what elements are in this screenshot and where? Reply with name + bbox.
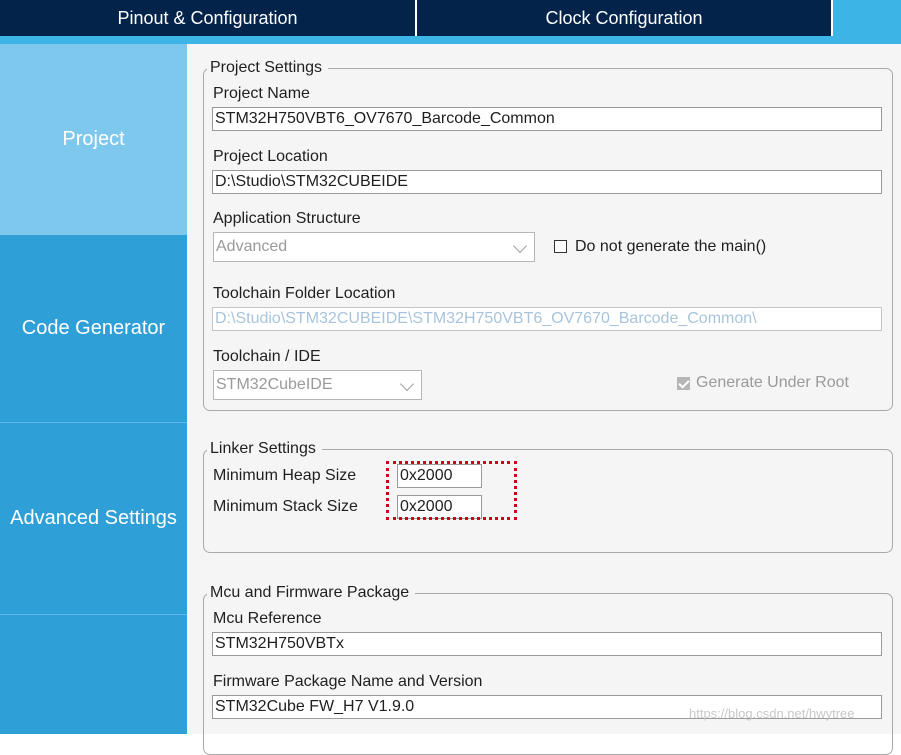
project-name-label: Project Name <box>213 85 310 102</box>
chevron-down-icon <box>399 376 415 392</box>
project-settings-legend: Project Settings <box>207 59 329 77</box>
application-structure-select[interactable]: Advanced <box>213 232 535 262</box>
sidebar-item-project[interactable]: Project <box>0 44 187 235</box>
tab-underline-strip <box>0 36 901 44</box>
toolchain-folder-label: Toolchain Folder Location <box>213 285 396 302</box>
application-structure-value: Advanced <box>216 238 288 255</box>
min-stack-size-input[interactable] <box>397 495 482 519</box>
watermark-text: https://blog.csdn.net/hwytree <box>689 706 855 721</box>
toolchain-ide-select[interactable]: STM32CubeIDE <box>213 370 422 400</box>
project-location-input[interactable] <box>212 170 882 194</box>
min-heap-size-label: Minimum Heap Size <box>213 467 357 484</box>
application-structure-label: Application Structure <box>213 210 361 227</box>
toolchain-ide-value: STM32CubeIDE <box>216 376 333 393</box>
project-location-label: Project Location <box>213 148 328 165</box>
sidebar-item-label: Advanced Settings <box>10 507 177 529</box>
firmware-package-label: Firmware Package Name and Version <box>213 673 483 690</box>
project-name-input[interactable] <box>212 107 882 131</box>
toolchain-ide-label: Toolchain / IDE <box>213 348 321 365</box>
sidebar-item-code-generator[interactable]: Code Generator <box>0 235 187 422</box>
min-heap-size-input[interactable] <box>397 464 482 488</box>
linker-settings-legend: Linker Settings <box>207 440 322 458</box>
sidebar-item-advanced-settings[interactable]: Advanced Settings <box>0 423 187 614</box>
tab-label: Clock Configuration <box>545 7 703 28</box>
tab-clock-configuration[interactable]: Clock Configuration <box>417 0 831 36</box>
generate-under-root-checkbox <box>677 377 690 390</box>
tab-label: Pinout & Configuration <box>117 7 298 28</box>
tab-pinout-configuration[interactable]: Pinout & Configuration <box>0 0 415 36</box>
mcu-reference-input[interactable] <box>212 632 882 656</box>
do-not-generate-main-label: Do not generate the main() <box>575 238 767 255</box>
mcu-firmware-legend: Mcu and Firmware Package <box>207 584 416 602</box>
toolchain-folder-input <box>212 307 882 331</box>
generate-under-root-label: Generate Under Root <box>696 374 849 391</box>
chevron-down-icon <box>512 238 528 254</box>
mcu-reference-label: Mcu Reference <box>213 610 322 627</box>
min-stack-size-label: Minimum Stack Size <box>213 498 358 515</box>
tab-overflow-area <box>833 0 901 36</box>
sidebar-divider <box>0 614 187 615</box>
sidebar-item-label: Project <box>62 128 125 150</box>
do-not-generate-main-checkbox[interactable] <box>554 240 567 253</box>
sidebar: Project Code Generator Advanced Settings <box>0 44 187 734</box>
top-tab-bar: Pinout & Configuration Clock Configurati… <box>0 0 901 36</box>
sidebar-item-label: Code Generator <box>21 317 166 339</box>
